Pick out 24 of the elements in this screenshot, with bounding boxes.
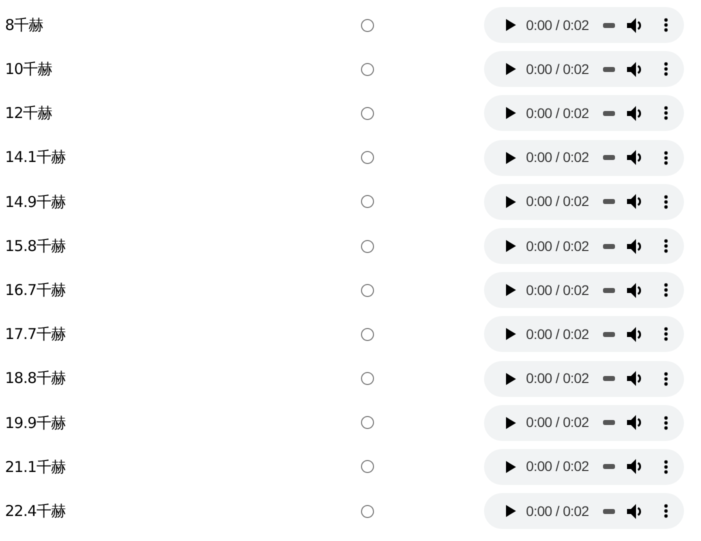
frequency-label: 17.7千赫 xyxy=(4,324,66,346)
frequency-label: 16.7千赫 xyxy=(4,280,66,301)
frequency-label: 14.1千赫 xyxy=(4,147,66,168)
frequency-label: 12千赫 xyxy=(4,103,54,124)
time-display: 0:00 / 0:02 xyxy=(526,324,589,344)
time-display: 0:00 / 0:02 xyxy=(526,148,589,168)
frequency-label: 14.9千赫 xyxy=(4,192,66,213)
time-display: 0:00 / 0:02 xyxy=(526,369,589,388)
time-display: 0:00 / 0:02 xyxy=(526,236,589,256)
time-display: 0:00 / 0:02 xyxy=(526,280,589,300)
frequency-label: 19.9千赫 xyxy=(4,412,66,434)
time-display: 0:00 / 0:02 xyxy=(526,457,589,476)
frequency-label: 8千赫 xyxy=(4,14,44,36)
time-display: 0:00 / 0:02 xyxy=(526,192,589,212)
frequency-label: 22.4千赫 xyxy=(4,500,66,522)
frequency-label: 10千赫 xyxy=(4,59,54,80)
time-display: 0:00 / 0:02 xyxy=(526,104,589,123)
frequency-label: 18.8千赫 xyxy=(4,368,66,390)
time-display: 0:00 / 0:02 xyxy=(526,16,589,35)
time-display: 0:00 / 0:02 xyxy=(526,413,589,432)
frequency-label: 15.8千赫 xyxy=(4,236,66,257)
time-display: 0:00 / 0:02 xyxy=(526,502,589,521)
frequency-label: 21.1千赫 xyxy=(4,456,66,478)
time-display: 0:00 / 0:02 xyxy=(526,60,589,79)
